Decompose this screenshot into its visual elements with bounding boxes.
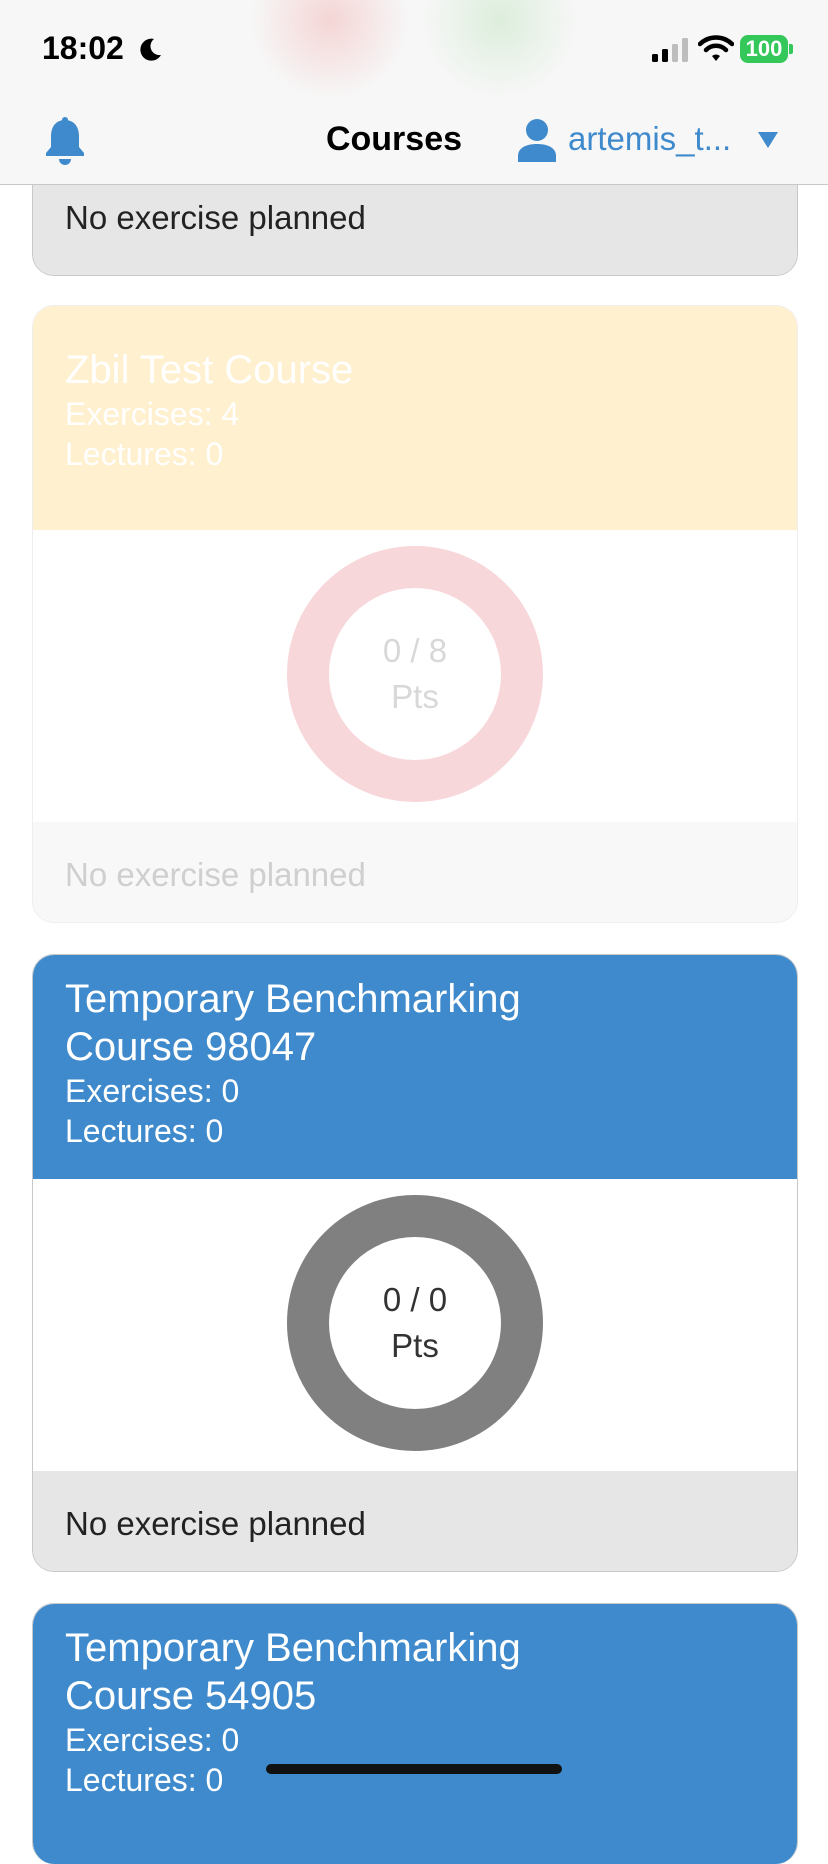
card-footer: No exercise planned [33,822,797,922]
status-glow [420,0,580,100]
course-card-54905[interactable]: Temporary Benchmarking Course 54905 Exer… [32,1603,798,1864]
course-title: Temporary Benchmarking Course 54905 [65,1626,521,1718]
moon-icon [140,38,161,61]
bell-icon[interactable] [42,116,88,166]
user-menu-button[interactable]: artemis_t... [568,120,731,158]
course-card-zbil[interactable]: Zbil Test Course Exercises: 4 Lectures: … [32,305,798,923]
status-time: 18:02 [42,30,124,66]
card-header: Zbil Test Course Exercises: 4 Lectures: … [33,306,797,530]
no-exercise-label: No exercise planned [65,199,366,236]
no-exercise-label: No exercise planned [65,1505,366,1542]
course-list: No exercise planned Zbil Test Course Exe… [0,0,828,1864]
signal-icon [652,38,688,62]
page-title: Courses [325,120,463,158]
user-icon[interactable] [516,118,558,162]
course-card-98047[interactable]: Temporary Benchmarking Course 98047 Exer… [32,954,798,1572]
home-indicator [266,1764,562,1774]
nav-bar: Courses artemis_t... [0,100,828,185]
score-text: 0 / 0 Pts [287,1195,543,1451]
card-header: Temporary Benchmarking Course 98047 Exer… [33,955,797,1179]
course-title: Zbil Test Course [65,348,354,392]
course-title: Temporary Benchmarking Course 98047 [65,977,521,1069]
wifi-icon [698,35,734,61]
score-value: 0 / 8 [382,632,448,669]
battery-cap [789,44,793,54]
lecture-count: Lectures: 0 [65,1113,224,1149]
lecture-count: Lectures: 0 [65,436,224,472]
caret-down-icon[interactable] [756,130,780,150]
no-exercise-label: No exercise planned [65,856,366,893]
score-value: 0 / 0 [382,1281,448,1318]
status-glow [250,0,410,100]
score-unit: Pts [391,678,439,715]
battery-icon: 100 [740,35,788,63]
exercise-count: Exercises: 4 [65,396,240,432]
score-text: 0 / 8 Pts [287,546,543,802]
card-body: 0 / 0 Pts [33,1179,797,1471]
card-body: 0 / 8 Pts [33,530,797,822]
battery-level: 100 [745,36,783,61]
card-header: Temporary Benchmarking Course 54905 Exer… [33,1604,797,1864]
exercise-count: Exercises: 0 [65,1073,240,1109]
exercise-count: Exercises: 0 [65,1722,240,1758]
score-unit: Pts [391,1327,439,1364]
status-bar: 18:02 100 [0,0,828,100]
card-footer: No exercise planned [33,1471,797,1571]
